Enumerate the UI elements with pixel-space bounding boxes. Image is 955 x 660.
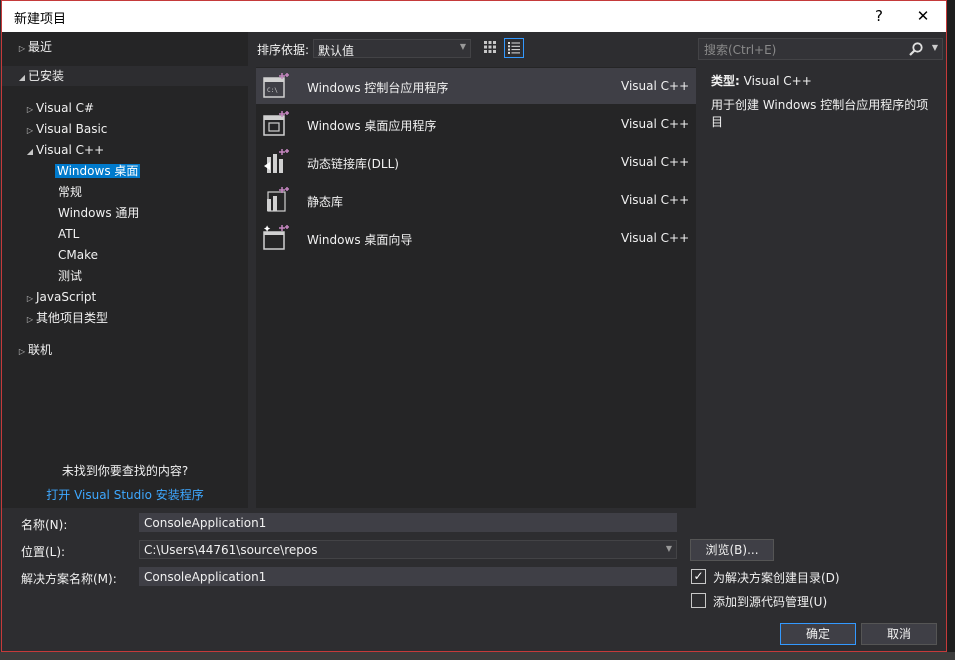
source-control-label[interactable]: 添加到源代码管理(U): [713, 593, 827, 610]
not-found-hint: 未找到你要查找的内容?: [61, 464, 189, 478]
tree-node-windows-desktop[interactable]: Windows 桌面: [55, 161, 141, 181]
template-language: Visual C++: [621, 155, 690, 169]
close-button[interactable]: ✕: [900, 1, 946, 32]
collapse-arrow-icon[interactable]: ◢: [16, 68, 28, 88]
expand-arrow-icon[interactable]: ▷: [24, 121, 36, 141]
template-row-desktop-app[interactable]: Windows 桌面应用程序 Visual C++: [256, 106, 696, 142]
desktop-wizard-icon: [263, 225, 289, 250]
expand-arrow-icon[interactable]: ▷: [24, 310, 36, 330]
template-name: Windows 桌面应用程序: [307, 119, 437, 133]
console-app-icon: C:\: [263, 73, 289, 98]
chevron-down-icon[interactable]: ▼: [666, 544, 672, 553]
source-control-checkbox[interactable]: [691, 593, 706, 608]
solution-name-field[interactable]: ConsoleApplication1: [139, 567, 677, 586]
tree-node-javascript[interactable]: ▷ JavaScript: [24, 287, 96, 307]
tree-node-label: 其他项目类型: [36, 311, 109, 325]
template-list: C:\ Windows 控制台应用程序 Visual C++ Windows 桌…: [256, 67, 696, 508]
cancel-button[interactable]: 取消: [861, 623, 937, 645]
template-name: 动态链接库(DLL): [307, 157, 399, 171]
template-language: Visual C++: [621, 117, 690, 131]
template-category-tree: ▷ 最近 ◢ 已安装 ▷ Visual C# ▷ Visual Basic ◢ Visua…: [2, 32, 248, 508]
solution-name-value: ConsoleApplication1: [144, 570, 267, 584]
search-input[interactable]: [702, 41, 906, 59]
help-button[interactable]: ?: [856, 1, 902, 32]
tree-node-visual-cpp[interactable]: ◢ Visual C++: [24, 140, 104, 160]
tree-node-label: 最近: [28, 40, 53, 54]
tree-node-label: 已安装: [28, 69, 65, 83]
template-row-dll[interactable]: 动态链接库(DLL) Visual C++: [256, 144, 696, 180]
open-installer-link[interactable]: 打开 Visual Studio 安装程序: [2, 486, 248, 503]
template-language: Visual C++: [621, 231, 690, 245]
tree-node-recent[interactable]: ▷ 最近: [16, 37, 52, 57]
tree-node-label: 联机: [28, 343, 53, 357]
type-value: Visual C++: [743, 74, 812, 88]
template-name: 静态库: [307, 195, 344, 209]
expand-arrow-icon[interactable]: ▷: [24, 100, 36, 120]
solution-name-label: 解决方案名称(M):: [21, 572, 117, 586]
check-mark-icon: ✓: [693, 569, 704, 583]
expand-arrow-icon[interactable]: ▷: [24, 289, 36, 309]
description-text: 用于创建 Windows 控制台应用程序的项目: [711, 98, 929, 129]
dialog-title: 新建项目: [14, 12, 67, 27]
expand-arrow-icon[interactable]: ▷: [16, 342, 28, 362]
tree-node-label: Visual C++: [36, 143, 105, 157]
create-directory-checkbox[interactable]: ✓: [691, 569, 706, 584]
dll-icon: [264, 149, 289, 173]
chevron-down-icon: ▼: [459, 42, 466, 51]
template-row-desktop-wizard[interactable]: Windows 桌面向导 Visual C++: [256, 220, 696, 256]
project-name-field[interactable]: ConsoleApplication1: [139, 513, 677, 532]
tree-node-label: JavaScript: [36, 290, 97, 304]
template-row-console-app[interactable]: C:\ Windows 控制台应用程序 Visual C++: [256, 68, 696, 104]
name-label: 名称(N):: [21, 518, 68, 532]
location-combobox[interactable]: C:\Users\44761\source\repos ▼: [139, 540, 677, 559]
tree-node-atl[interactable]: ATL: [58, 224, 79, 244]
project-name-value: ConsoleApplication1: [144, 516, 267, 530]
tree-node-visual-basic[interactable]: ▷ Visual Basic: [24, 119, 108, 141]
tree-node-general[interactable]: 常规: [58, 182, 82, 202]
expand-arrow-icon[interactable]: ▷: [16, 39, 28, 59]
template-search-box[interactable]: ▼: [698, 38, 943, 60]
sort-by-dropdown[interactable]: 默认值 ▼: [313, 39, 471, 58]
tree-node-label: Windows 桌面: [55, 164, 141, 178]
background-status-strip: [0, 652, 955, 660]
search-options-chevron-icon[interactable]: ▼: [932, 43, 938, 52]
template-type-line: 类型: Visual C++: [711, 73, 939, 90]
tree-node-visual-csharp[interactable]: ▷ Visual C#: [24, 98, 94, 118]
tree-node-windows-universal[interactable]: Windows 通用: [58, 203, 139, 223]
list-view-button[interactable]: [504, 38, 524, 58]
sort-by-label: 排序依据:: [257, 43, 310, 57]
template-name: Windows 控制台应用程序: [307, 81, 449, 95]
new-project-dialog: 新建项目 ? ✕ ▷ 最近 ◢ 已安装 ▷ Visual C# ▷ Visual Bas…: [1, 0, 947, 652]
location-label: 位置(L):: [21, 545, 66, 559]
create-directory-label[interactable]: 为解决方案创建目录(D): [713, 569, 840, 586]
sort-by-value: 默认值: [318, 44, 355, 58]
background-editor-strip: [947, 0, 955, 652]
tree-node-installed[interactable]: ◢ 已安装: [2, 66, 248, 86]
search-icon[interactable]: [908, 41, 924, 57]
list-view-icon: [508, 42, 520, 54]
type-key: 类型:: [711, 74, 740, 88]
svg-text:C:\: C:\: [267, 87, 278, 94]
template-description: 类型: Visual C++ 用于创建 Windows 控制台应用程序的项目: [711, 73, 939, 131]
ok-button[interactable]: 确定: [780, 623, 856, 645]
tree-node-label: Visual Basic: [36, 122, 108, 136]
collapse-arrow-icon[interactable]: ◢: [24, 142, 36, 162]
template-row-static-lib[interactable]: 静态库 Visual C++: [256, 182, 696, 218]
location-value: C:\Users\44761\source\repos: [144, 543, 318, 557]
tree-node-test[interactable]: 测试: [58, 266, 82, 286]
template-language: Visual C++: [621, 193, 690, 207]
desktop-app-icon: [263, 111, 289, 136]
browse-button[interactable]: 浏览(B)...: [690, 539, 774, 561]
template-language: Visual C++: [621, 79, 690, 93]
grid-view-button[interactable]: [480, 38, 500, 58]
static-lib-icon: [267, 187, 289, 212]
title-bar: 新建项目 ? ✕: [2, 1, 946, 32]
template-name: Windows 桌面向导: [307, 233, 413, 247]
tree-node-label: Visual C#: [36, 101, 95, 115]
tree-node-other-project-types[interactable]: ▷ 其他项目类型: [24, 308, 108, 328]
tree-node-online[interactable]: ▷ 联机: [16, 340, 52, 360]
grid-view-icon: [484, 41, 496, 53]
tree-node-cmake[interactable]: CMake: [58, 245, 98, 265]
